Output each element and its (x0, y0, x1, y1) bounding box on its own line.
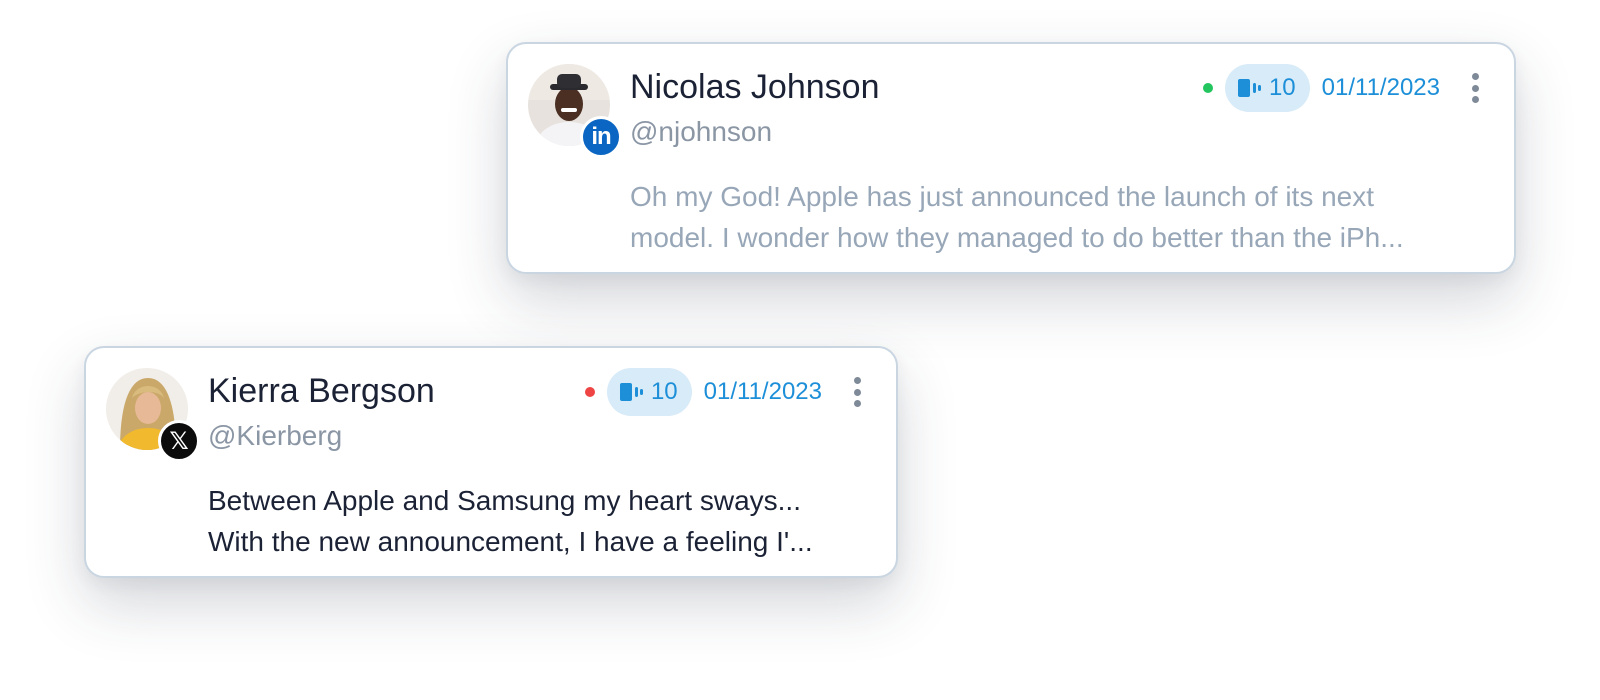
audio-bars-icon (1237, 79, 1261, 97)
count-badge[interactable]: 10 (606, 368, 692, 416)
message-line: Oh my God! Apple has just announced the … (630, 181, 1375, 212)
status-indicator (584, 387, 595, 397)
post-meta: 10 01/11/2023 (584, 368, 864, 416)
message-line: Between Apple and Samsung my heart sways… (208, 485, 801, 516)
post-card[interactable]: in Nicolas Johnson @njohnson 10 01/11/20… (506, 42, 1516, 274)
post-meta: 10 01/11/2023 (1202, 64, 1482, 112)
post-date: 01/11/2023 (1321, 74, 1440, 101)
audio-bars-icon (619, 383, 643, 401)
linkedin-icon: in (580, 116, 622, 158)
message-line: model. I wonder how they managed to do b… (630, 222, 1404, 253)
avatar-container: 𝕏 (106, 368, 200, 462)
status-indicator (1202, 83, 1213, 93)
more-options-icon[interactable] (1468, 70, 1482, 106)
post-card[interactable]: 𝕏 Kierra Bergson @Kierberg 10 01/11/2023… (84, 346, 898, 578)
author-handle: @Kierberg (208, 420, 343, 451)
count-value: 10 (650, 378, 678, 405)
more-options-icon[interactable] (850, 374, 864, 410)
author-name[interactable]: Nicolas Johnson (630, 68, 879, 107)
author-name[interactable]: Kierra Bergson (208, 372, 435, 411)
post-message: Oh my God! Apple has just announced the … (630, 176, 1492, 258)
avatar-container: in (528, 64, 622, 158)
count-value: 10 (1268, 74, 1296, 101)
message-line: With the new announcement, I have a feel… (208, 526, 813, 557)
post-date: 01/11/2023 (703, 378, 822, 405)
author-handle: @njohnson (630, 116, 773, 147)
count-badge[interactable]: 10 (1224, 64, 1310, 112)
post-message: Between Apple and Samsung my heart sways… (208, 480, 874, 562)
x-icon: 𝕏 (158, 420, 200, 462)
